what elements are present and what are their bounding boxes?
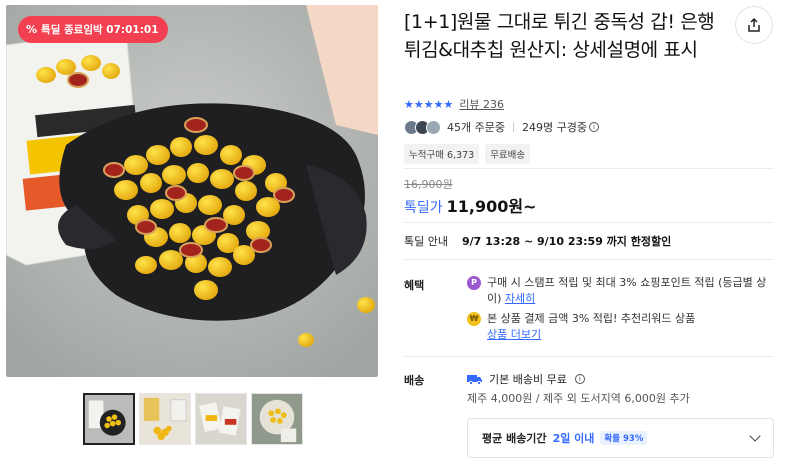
thumbnail-3[interactable]	[195, 393, 247, 445]
thumbnail-2[interactable]	[139, 393, 191, 445]
buyer-avatars	[404, 119, 441, 135]
percent-icon: %	[26, 23, 38, 36]
benefits-label: 혜택	[404, 279, 425, 292]
truck-icon	[467, 374, 482, 385]
deal-price: 11,900원~	[446, 197, 537, 216]
divider	[404, 168, 774, 169]
divider	[404, 222, 774, 223]
star-rating-icon: ★★★★★	[404, 97, 454, 111]
share-button[interactable]	[735, 6, 773, 44]
price-row: 톡딜가 11,900원~	[404, 193, 537, 217]
benefit-text: 구매 시 스탬프 적립 및 최대 3% 쇼핑포인트 적립 (등급별 상이) 자세…	[487, 276, 767, 305]
more-products-link[interactable]: 상품 더보기	[487, 328, 541, 341]
extra-shipping-fee: 제주 4,000원 / 제주 외 도서지역 6,000원 추가	[467, 392, 690, 405]
deal-info-label: 톡딜 안내	[404, 235, 448, 248]
avatar	[426, 119, 441, 135]
cumulative-purchase-tag: 누적구매 6,373	[404, 144, 480, 164]
deal-ending-badge: % 특딜 종료임박 07:01:01	[18, 16, 168, 43]
free-shipping-tag: 무료배송	[485, 144, 531, 164]
chevron-down-icon	[749, 430, 761, 442]
won-coin-icon: ₩	[467, 312, 481, 326]
benefit-item-reward: ₩ 본 상품 결제 금액 3% 적립! 추천리워드 상품 상품 더보기	[467, 311, 767, 343]
product-title: [1+1]원물 그대로 튀긴 중독성 갑! 은행튀김&대추칩 원산지: 상세설명…	[404, 11, 715, 61]
thumbnail-4[interactable]	[251, 393, 303, 445]
shipping-fee-row: 기본 배송비 무료 i	[467, 371, 585, 387]
thumbnail-1[interactable]	[83, 393, 135, 445]
benefit-text: 본 상품 결제 금액 3% 적립! 추천리워드 상품 상품 더보기	[487, 312, 696, 341]
thumbnail-strip	[83, 393, 303, 445]
rating-row: ★★★★★ 리뷰 236	[404, 96, 504, 112]
divider	[512, 122, 514, 132]
social-proof-row: 45개 주문중 249명 구경중 i	[404, 117, 599, 137]
share-icon	[748, 17, 760, 32]
product-tags: 누적구매 6,373 무료배송	[404, 144, 531, 164]
product-main-image[interactable]	[6, 5, 378, 377]
shipping-fee: 기본 배송비 무료	[489, 373, 567, 386]
info-icon[interactable]: i	[574, 374, 585, 384]
orders-count: 45개 주문중	[447, 121, 505, 134]
delivery-period-value: 2일 이내	[552, 432, 595, 445]
probability-badge: 확률 93%	[600, 431, 648, 445]
deal-price-label: 톡딜가	[404, 200, 443, 216]
deal-info-row: 톡딜 안내 9/7 13:28 ~ 9/10 23:59 까지 한정할인	[404, 233, 671, 249]
deal-info-period: 9/7 13:28 ~ 9/10 23:59 까지 한정할인	[461, 235, 672, 248]
deal-ending-label: 특딜 종료임박 07:01:01	[41, 24, 159, 36]
delivery-period-label: 평균 배송기간	[482, 432, 547, 445]
info-icon[interactable]: i	[588, 122, 599, 132]
delivery-period-box[interactable]: 평균 배송기간 2일 이내 확률 93%	[467, 418, 774, 458]
viewers-count: 249명 구경중	[521, 121, 587, 134]
benefit-item-point: P 구매 시 스탬프 적립 및 최대 3% 쇼핑포인트 적립 (등급별 상이) …	[467, 275, 767, 307]
divider	[404, 356, 774, 357]
divider	[404, 259, 774, 260]
original-price: 16,900원	[404, 178, 453, 191]
shipping-label: 배송	[404, 374, 425, 387]
review-link[interactable]: 리뷰 236	[459, 96, 504, 112]
benefit-detail-link[interactable]: 자세히	[505, 292, 535, 305]
point-coin-icon: P	[467, 276, 481, 290]
